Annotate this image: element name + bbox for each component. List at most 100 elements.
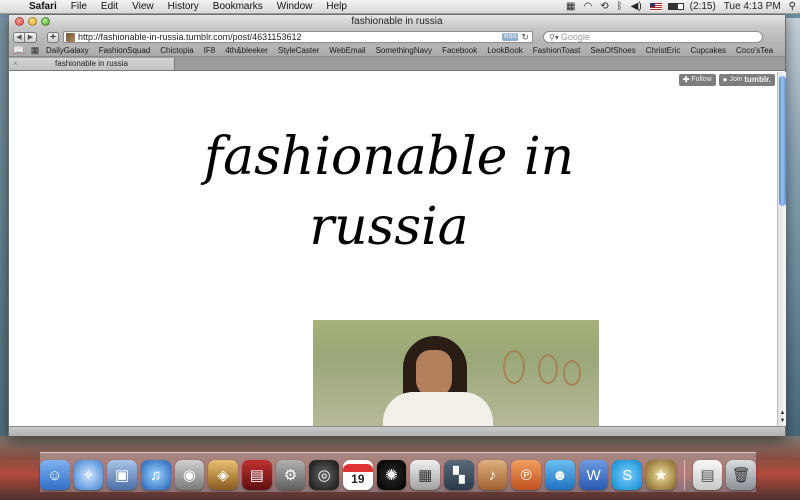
bookmark-item[interactable]: LookBook <box>482 46 528 55</box>
menu-file[interactable]: File <box>64 0 94 14</box>
join-tumblr-button[interactable]: ● Join tumblr. <box>718 74 775 86</box>
window-zoom-button[interactable] <box>41 17 50 26</box>
join-label: Join <box>729 76 743 83</box>
bookmark-item[interactable]: FashionToast <box>528 46 586 55</box>
bookmark-item[interactable]: FashionSquad <box>94 46 156 55</box>
photo-subject-face <box>416 350 452 398</box>
window-titlebar: fashionable in russia <box>9 15 785 29</box>
web-content: ✚ Follow ● Join tumblr. fashionable in r… <box>9 72 777 426</box>
post-photo[interactable] <box>313 320 599 426</box>
battery-icon[interactable] <box>667 3 684 10</box>
photo-booth-icon[interactable]: ▤ <box>241 460 272 490</box>
open-book-icon[interactable]: 📖 <box>13 45 25 56</box>
input-source-flag-icon[interactable] <box>649 2 662 11</box>
window-title: fashionable in russia <box>351 16 443 27</box>
address-bar[interactable]: http://fashionable-in-russia.tumblr.com/… <box>63 31 533 43</box>
bookmarks-bar: 📖 ▦ DailyGalaxy FashionSquad Chictopia I… <box>9 45 785 57</box>
photos-app-icon[interactable]: ▦ <box>410 460 441 490</box>
ical-icon[interactable]: 19 <box>343 460 373 490</box>
bookmark-item[interactable]: 4th&bleeker <box>220 46 273 55</box>
bookmark-item[interactable]: Facebook <box>437 46 482 55</box>
imovie-icon[interactable]: ★ <box>646 460 676 490</box>
photo-subject-shirt <box>383 392 493 426</box>
safari-window: fashionable in russia ◀ ▶ + http://fashi… <box>8 14 786 436</box>
tab-bar: × fashionable in russia <box>9 57 785 71</box>
search-icon: ⚲▾ <box>549 32 559 42</box>
volume-icon[interactable]: ◀) <box>627 0 646 14</box>
scroll-up-arrow-icon[interactable]: ▲ <box>778 409 787 417</box>
tumblr-controls: ✚ Follow ● Join tumblr. <box>678 74 775 86</box>
window-close-button[interactable] <box>15 17 24 26</box>
browser-toolbar: ◀ ▶ + http://fashionable-in-russia.tumbl… <box>9 29 785 45</box>
itunes-icon[interactable]: ♫ <box>140 460 171 490</box>
menu-view[interactable]: View <box>125 0 161 14</box>
bluetooth-icon[interactable]: ᛒ <box>613 0 627 14</box>
bookmark-item[interactable]: DailyGalaxy <box>41 46 94 55</box>
menu-bar: Safari File Edit View History Bookmarks … <box>0 0 800 14</box>
bookmark-item[interactable]: Coco'sTea <box>731 46 778 55</box>
spider-app-icon[interactable]: ✺ <box>376 460 407 490</box>
tab-label: fashionable in russia <box>55 59 128 68</box>
spaces-app-icon[interactable]: ▚ <box>444 460 474 490</box>
messenger-icon[interactable]: ☻ <box>545 460 575 490</box>
system-preferences-icon[interactable]: ⚙ <box>275 460 306 490</box>
menu-app-safari[interactable]: Safari <box>22 0 64 14</box>
person-icon: ● <box>722 75 728 84</box>
menu-edit[interactable]: Edit <box>94 0 125 14</box>
bookmark-item[interactable]: SomethingNavy <box>371 46 437 55</box>
documents-stack-icon[interactable]: ▤ <box>692 460 723 490</box>
bookmark-item[interactable]: StyleCaster <box>273 46 324 55</box>
bookmark-item[interactable]: ChristEric <box>641 46 686 55</box>
menu-window[interactable]: Window <box>270 0 320 14</box>
time-machine-icon[interactable]: ⟲ <box>596 0 612 14</box>
desktop-background-right <box>786 18 800 438</box>
trash-icon[interactable]: 🗑 <box>726 460 757 490</box>
skype-icon[interactable]: S <box>612 460 643 490</box>
search-field[interactable]: ⚲▾ Google <box>543 31 763 43</box>
wall-drawing <box>563 360 581 386</box>
word-icon[interactable]: W <box>578 460 609 490</box>
follow-button[interactable]: ✚ Follow <box>678 74 716 86</box>
iphoto-icon[interactable]: ◈ <box>208 460 238 490</box>
finder-icon[interactable]: ☺ <box>39 460 70 490</box>
battery-time[interactable]: (2:15) <box>686 0 720 14</box>
menu-help[interactable]: Help <box>319 0 354 14</box>
tab-close-icon[interactable]: × <box>13 58 18 70</box>
dashboard-icon[interactable]: ◎ <box>309 460 339 490</box>
window-minimize-button[interactable] <box>28 17 37 26</box>
scroll-thumb[interactable] <box>779 76 786 206</box>
top-sites-grid-icon[interactable]: ▦ <box>29 45 41 56</box>
app-icon-p[interactable]: ℗ <box>511 460 542 490</box>
forward-button[interactable]: ▶ <box>25 31 37 43</box>
safari-icon[interactable]: ✧ <box>73 460 104 490</box>
menu-clock[interactable]: Tue 4:13 PM <box>720 0 785 14</box>
wall-drawing <box>538 354 558 384</box>
rss-button[interactable]: RSS <box>502 33 519 41</box>
add-bookmark-button[interactable]: + <box>47 31 59 43</box>
follow-label: Follow <box>691 76 712 83</box>
vertical-scrollbar[interactable]: ▲ ▼ <box>777 72 786 426</box>
bookmark-item[interactable]: WebEmail <box>324 46 370 55</box>
bookmark-item[interactable]: IF8 <box>199 46 221 55</box>
bookmark-item[interactable]: Cupcakes <box>685 46 731 55</box>
blog-title[interactable]: fashionable in russia <box>189 122 589 262</box>
ichat-icon[interactable]: ◉ <box>174 460 205 490</box>
ical-day: 19 <box>351 472 365 486</box>
dock: ☺ ✧ ▣ ♫ ◉ ◈ ▤ ⚙ ◎ 19 ✺ ▦ ▚ ♪ ℗ ☻ W S ★ ▤… <box>39 452 757 492</box>
bookmark-item[interactable]: SeaOfShoes <box>585 46 640 55</box>
tab-active[interactable]: × fashionable in russia <box>9 58 175 71</box>
plus-icon: ✚ <box>682 75 690 84</box>
preview-icon[interactable]: ▣ <box>107 460 137 490</box>
spotlight-search-icon[interactable]: ⚲ <box>785 0 800 14</box>
address-url[interactable]: http://fashionable-in-russia.tumblr.com/… <box>78 32 502 42</box>
menu-history[interactable]: History <box>161 0 206 14</box>
spaces-icon[interactable]: ▦ <box>562 0 579 14</box>
wifi-icon[interactable]: ◠ <box>580 0 597 14</box>
site-favicon-icon <box>66 32 75 42</box>
menu-bookmarks[interactable]: Bookmarks <box>206 0 270 14</box>
back-button[interactable]: ◀ <box>13 31 25 43</box>
garageband-icon[interactable]: ♪ <box>477 460 508 490</box>
reload-icon[interactable]: ↻ <box>521 32 529 43</box>
bookmark-item[interactable]: Chictopia <box>155 46 198 55</box>
scroll-down-arrow-icon[interactable]: ▼ <box>778 417 787 425</box>
